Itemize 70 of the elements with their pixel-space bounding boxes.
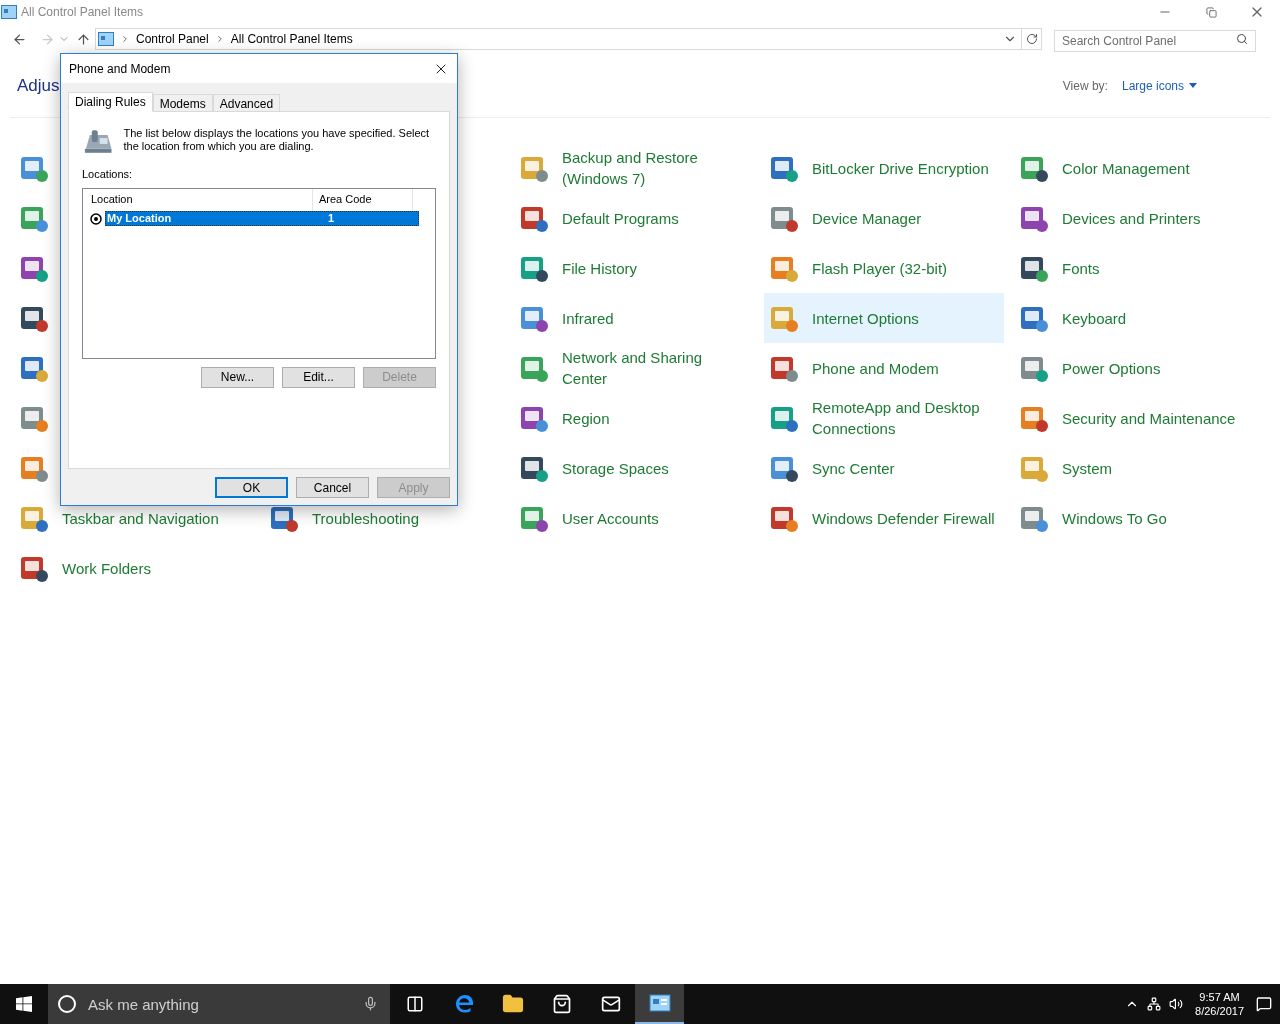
control-panel-item[interactable]: Internet Options xyxy=(764,293,1004,343)
mail-icon xyxy=(600,994,621,1014)
column-header[interactable]: Area Code xyxy=(313,188,413,211)
taskbar-search-field[interactable]: Ask me anything xyxy=(48,984,390,1024)
control-panel-item[interactable]: Flash Player (32-bit) xyxy=(764,243,1004,293)
control-panel-item[interactable]: Color Management xyxy=(1014,143,1254,193)
control-panel-item[interactable]: System xyxy=(1014,443,1254,493)
circle-icon xyxy=(57,994,77,1014)
network-icon[interactable] xyxy=(1147,997,1162,1011)
window-icon xyxy=(648,994,671,1012)
control-panel-item[interactable]: Devices and Printers xyxy=(1014,193,1254,243)
locations-list[interactable]: Location Area Code My Location 1 xyxy=(82,187,436,359)
column-header[interactable]: Location xyxy=(84,188,313,211)
control-panel-item[interactable]: Infrared xyxy=(514,293,754,343)
bag-icon xyxy=(551,994,572,1014)
control-panel-item[interactable]: Region xyxy=(514,393,754,443)
control-panel-item[interactable]: RemoteApp and Desktop Connections xyxy=(764,393,1004,443)
windows-logo-icon xyxy=(16,996,32,1012)
control-panel-item[interactable]: Sync Center xyxy=(764,443,1004,493)
dialog-title: Phone and Modem xyxy=(69,60,171,78)
locations-label: Locations: xyxy=(82,167,134,182)
control-panel-item[interactable]: Network and Sharing Center xyxy=(514,343,754,393)
view-by-dropdown[interactable]: Large icons xyxy=(1121,76,1197,95)
phone-icon xyxy=(82,127,114,155)
dialog-tab[interactable]: Dialing Rules xyxy=(68,92,153,112)
page-heading: Adjus xyxy=(17,74,60,97)
separator-icon xyxy=(120,34,130,44)
refresh-icon[interactable] xyxy=(1025,33,1038,45)
control-panel-item[interactable]: Power Options xyxy=(1014,343,1254,393)
folder-icon xyxy=(501,993,524,1015)
clock-date[interactable]: 8/26/2017 xyxy=(1195,1004,1244,1018)
control-panel-item[interactable]: Backup and Restore (Windows 7) xyxy=(514,143,754,193)
dialog-button[interactable]: Edit... xyxy=(282,366,355,388)
dialog-button[interactable]: OK xyxy=(215,477,288,498)
dialog-tab[interactable]: Modems xyxy=(152,94,213,112)
dialog-tab[interactable]: Advanced xyxy=(212,94,281,112)
location-row[interactable]: My Location 1 xyxy=(105,211,419,226)
window-icon xyxy=(98,32,114,46)
address-bar[interactable]: Control Panel All Control Panel Items xyxy=(95,28,1042,50)
dropdown-icon xyxy=(1189,83,1197,88)
control-panel-item[interactable]: Work Folders xyxy=(14,543,254,593)
control-panel-item[interactable]: User Accounts xyxy=(514,493,754,543)
notifications-icon[interactable] xyxy=(1256,996,1272,1012)
control-panel-item[interactable]: Default Programs xyxy=(514,193,754,243)
control-panel-item[interactable]: Security and Maintenance xyxy=(1014,393,1254,443)
control-panel-item[interactable]: File History xyxy=(514,243,754,293)
control-panel-item[interactable]: Phone and Modem xyxy=(764,343,1004,393)
control-panel-item[interactable]: Windows To Go xyxy=(1014,493,1254,543)
control-panel-item[interactable]: Device Manager xyxy=(764,193,1004,243)
volume-icon[interactable] xyxy=(1169,997,1184,1011)
control-panel-item[interactable]: Fonts xyxy=(1014,243,1254,293)
task-view-icon xyxy=(405,995,424,1013)
dialog-button[interactable]: Cancel xyxy=(296,477,369,498)
taskbar-app[interactable] xyxy=(635,984,684,1024)
search-field[interactable]: Search Control Panel xyxy=(1054,30,1256,52)
control-panel-item[interactable]: Storage Spaces xyxy=(514,443,754,493)
clock-time[interactable]: 9:57 AM xyxy=(1199,990,1240,1004)
control-panel-item[interactable]: Windows Defender Firewall xyxy=(764,493,1004,543)
view-by-label: View by: xyxy=(1062,77,1108,95)
search-icon xyxy=(1236,33,1248,45)
description-text: The list below displays the locations you have specified. Select the location from which you are dialing. xyxy=(123,127,431,153)
restore-icon[interactable] xyxy=(1205,6,1217,18)
window-title: All Control Panel Items xyxy=(21,4,144,21)
window-icon xyxy=(1,5,17,19)
breadcrumb[interactable]: All Control Panel Items xyxy=(230,30,353,48)
control-panel-item[interactable]: BitLocker Drive Encryption xyxy=(764,143,1004,193)
control-panel-item[interactable]: Keyboard xyxy=(1014,293,1254,343)
breadcrumb[interactable]: Control Panel xyxy=(136,30,209,48)
microphone-icon[interactable] xyxy=(363,996,378,1011)
dialog-button[interactable]: New... xyxy=(201,366,274,388)
